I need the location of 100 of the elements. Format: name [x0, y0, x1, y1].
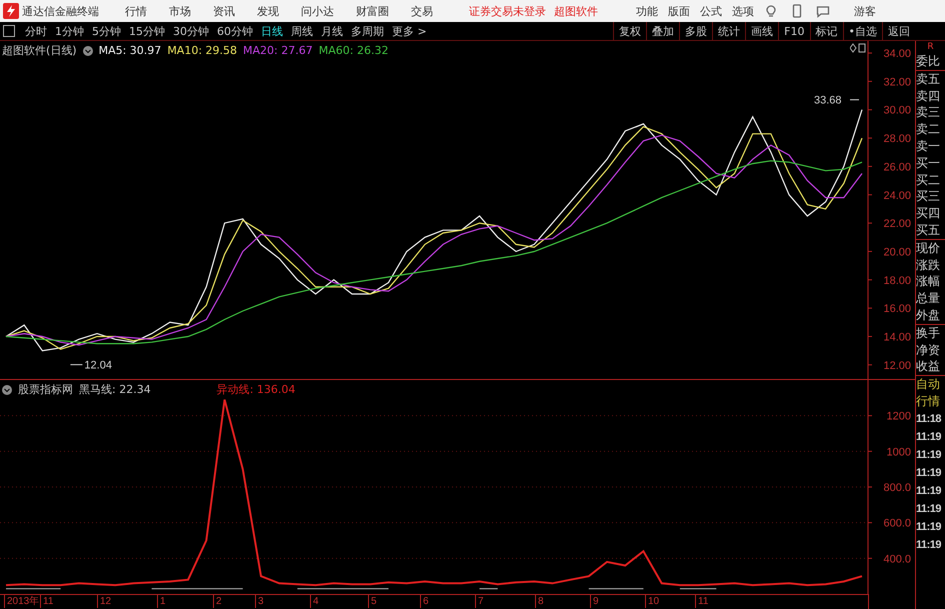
period-tab[interactable]: 多周期 — [347, 24, 388, 38]
series-value: : 136.04 — [250, 383, 296, 396]
series-name: MA60 — [318, 44, 350, 57]
quote-label: 涨跌 — [916, 256, 941, 274]
axis-label: 26.00 — [883, 161, 911, 174]
toolbar-button[interactable]: 多股 — [679, 22, 712, 40]
axis-label: 8 — [535, 595, 544, 608]
toolbar-button[interactable]: 叠加 — [646, 22, 680, 40]
trade-time: 11:19 — [916, 466, 942, 481]
quote-label: 现价 — [916, 240, 941, 257]
quote-label: 换手 — [916, 324, 941, 342]
leader-line — [70, 364, 83, 366]
toolbar-button[interactable]: 画线 — [745, 22, 778, 40]
period-tab[interactable]: 月线 — [317, 24, 347, 38]
menu-item[interactable]: 市场 — [169, 4, 191, 18]
series-value: : 30.97 — [122, 44, 162, 57]
user-label[interactable]: 游客 — [854, 4, 876, 18]
axis-label: 800.0 — [883, 482, 911, 494]
period-tab[interactable]: 周线 — [287, 24, 317, 38]
toolbar-button[interactable]: •自选 — [842, 22, 882, 40]
series-value: : 27.67 — [274, 44, 313, 57]
menu-item[interactable]: 行情 — [125, 4, 147, 18]
series-name: MA20 — [243, 44, 274, 57]
app-logo-icon — [3, 3, 19, 19]
axis-label: 11 — [695, 595, 708, 608]
corner-icons[interactable] — [850, 43, 866, 53]
price-annotation: 33.68 — [814, 94, 842, 107]
axis-label: 34.00 — [883, 48, 911, 60]
trade-time: 11:19 — [916, 502, 942, 517]
trade-time: 11:18 — [916, 412, 942, 427]
trade-time: 11:19 — [916, 538, 942, 553]
menu-item[interactable]: 功能 — [636, 4, 658, 18]
axis-label: 10 — [645, 595, 660, 608]
chart-title: 股票指标网 — [18, 382, 73, 397]
axis-label: 1000 — [886, 446, 911, 458]
axis-label: 30.00 — [883, 104, 911, 117]
period-tab[interactable]: 60分钟 — [213, 24, 257, 38]
toolbar-button[interactable]: 返回 — [882, 22, 915, 40]
period-tab[interactable]: 更多 > — [388, 24, 431, 38]
axis-label: 12.00 — [883, 360, 911, 372]
quote-label: 买一 — [916, 154, 941, 172]
series-name: 黑马线 — [79, 383, 112, 396]
quote-label: 卖一 — [916, 138, 941, 155]
quote-label: 卖三 — [916, 104, 941, 122]
period-tab[interactable]: 1分钟 — [51, 24, 88, 38]
menu-item[interactable]: 资讯 — [213, 4, 235, 18]
quote-label: 行情 — [916, 392, 941, 410]
menu-item[interactable]: 问小达 — [301, 4, 334, 18]
series-value: : 26.32 — [350, 44, 388, 57]
app-title: 通达信金融终端 — [22, 4, 99, 18]
quote-label: 总量 — [916, 290, 941, 307]
menu-item[interactable]: 版面 — [668, 4, 690, 18]
axis-label: 28.00 — [883, 133, 911, 146]
axis-label: 22.00 — [883, 218, 911, 230]
menu-item[interactable]: 交易 — [411, 4, 433, 18]
menu-item[interactable]: 公式 — [700, 4, 722, 18]
message-icon[interactable] — [816, 4, 830, 18]
axis-label: 7 — [475, 595, 484, 608]
axis-label: 6 — [420, 595, 429, 608]
bulb-icon[interactable] — [764, 4, 778, 18]
quote-label: 委比 — [916, 53, 941, 70]
trade-time: 11:19 — [916, 448, 942, 463]
phone-icon[interactable] — [790, 4, 804, 18]
toolbar-button[interactable]: 复权 — [613, 22, 646, 40]
price-annotation: 12.04 — [84, 360, 112, 372]
toolbar-button[interactable]: 标记 — [810, 22, 842, 40]
dropdown-circle-icon[interactable] — [2, 384, 12, 394]
period-tab[interactable]: 5分钟 — [88, 24, 125, 38]
menu-item[interactable]: 选项 — [732, 4, 754, 18]
quote-label: 卖四 — [916, 88, 941, 104]
axis-label: 2 — [213, 595, 222, 608]
axis-label: 20.00 — [883, 246, 911, 258]
notice-text: 证券交易未登录 — [469, 4, 546, 18]
axis-label: 18.00 — [883, 274, 911, 287]
series-value: : 22.34 — [112, 383, 151, 396]
toolbar-button[interactable]: 统计 — [712, 22, 746, 40]
toolbar-button[interactable]: F10 — [778, 22, 810, 40]
period-tab[interactable]: 分时 — [21, 24, 51, 38]
series-value: : 29.58 — [198, 44, 238, 57]
axis-label: 400.0 — [883, 553, 911, 566]
axis-label: 14.00 — [883, 331, 911, 344]
panel-toggle-icon[interactable] — [3, 25, 15, 37]
quote-label: 买四 — [916, 205, 941, 222]
axis-label: 1 — [157, 595, 166, 608]
series-name: MA10 — [167, 44, 198, 57]
quote-label: 买五 — [916, 222, 941, 239]
axis-label: 9 — [590, 595, 599, 608]
period-tab[interactable]: 15分钟 — [125, 24, 169, 38]
axis-label: 1200 — [886, 410, 911, 423]
dropdown-circle-icon[interactable] — [82, 46, 93, 56]
series-name: MA5 — [98, 44, 123, 57]
menu-item[interactable]: 财富圈 — [356, 4, 389, 18]
period-tab[interactable]: 30分钟 — [169, 24, 213, 38]
quote-label: 净资 — [916, 342, 941, 358]
menu-item[interactable]: 发现 — [257, 4, 279, 18]
period-tab[interactable]: 日线 — [257, 24, 287, 38]
quote-label: 卖五 — [916, 70, 941, 88]
quote-label: 买二 — [916, 172, 941, 188]
quote-label: 涨幅 — [916, 273, 941, 290]
axis-label: 5 — [368, 595, 377, 608]
